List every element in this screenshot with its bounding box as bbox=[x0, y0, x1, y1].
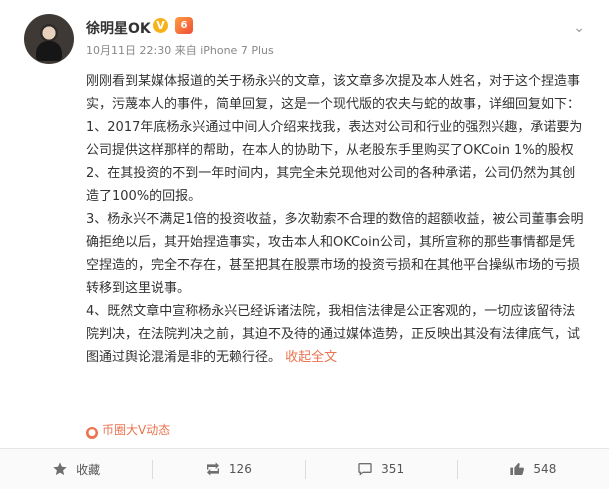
chevron-down-icon[interactable]: ⌄ bbox=[573, 20, 585, 36]
topic-tag-label: 币圈大V动态 bbox=[102, 423, 171, 437]
post-source: 来自 iPhone 7 Plus bbox=[174, 44, 274, 57]
topic-tag-icon: ● bbox=[86, 427, 98, 439]
comment-icon bbox=[358, 463, 372, 476]
post-paragraph: 2、在其投资的不到一年时间内，其完全未兑现他对公司的各种承诺，公司仍然为其创造了… bbox=[86, 166, 576, 204]
user-name[interactable]: 徐明星OK bbox=[86, 18, 151, 38]
repost-icon bbox=[206, 462, 219, 476]
post-paragraph: 1、2017年底杨永兴通过中间人介绍来找我，表达对公司和行业的强烈兴趣，承诺要为… bbox=[86, 120, 583, 158]
avatar[interactable] bbox=[24, 14, 74, 64]
post-paragraph: 4、既然文章中宣称杨永兴已经诉诸法院，我相信法律是公正客观的，一切应该留待法院判… bbox=[86, 300, 586, 369]
like-count: 548 bbox=[533, 462, 557, 476]
repost-count: 126 bbox=[228, 462, 252, 476]
action-bar: 收藏 126 351 548 bbox=[0, 448, 609, 489]
post-content: 刚刚看到某媒体报道的关于杨永兴的文章，该文章多次提及本人姓名，对于这个捏造事实，… bbox=[86, 70, 586, 369]
vip-badge-icon: V bbox=[153, 18, 168, 33]
comment-count: 351 bbox=[381, 462, 405, 476]
star-icon bbox=[53, 462, 67, 476]
favorite-button[interactable]: 收藏 bbox=[0, 449, 152, 489]
comment-button[interactable]: 351 bbox=[304, 449, 457, 489]
post-paragraph: 刚刚看到某媒体报道的关于杨永兴的文章，该文章多次提及本人姓名，对于这个捏造事实，… bbox=[86, 74, 581, 112]
medal-icon: 6 bbox=[175, 17, 193, 34]
collapse-link[interactable]: 收起全文 bbox=[285, 350, 337, 365]
thumbs-up-icon bbox=[510, 462, 525, 475]
like-button[interactable]: 548 bbox=[456, 449, 609, 489]
favorite-label: 收藏 bbox=[76, 462, 101, 477]
topic-tag[interactable]: ● 币圈大V动态 bbox=[86, 421, 170, 439]
weibo-card: 徐明星OK V 6 ⌄ 10月11日 22:30 来自 iPhone 7 Plu… bbox=[0, 0, 609, 489]
repost-button[interactable]: 126 bbox=[152, 449, 304, 489]
post-paragraph: 3、杨永兴不满足1倍的投资收益，多次勒索不合理的数倍的超额收益，被公司董事会明确… bbox=[86, 212, 584, 296]
post-time[interactable]: 10月11日 22:30 bbox=[86, 44, 171, 57]
post-meta: 10月11日 22:30 来自 iPhone 7 Plus bbox=[86, 42, 274, 58]
